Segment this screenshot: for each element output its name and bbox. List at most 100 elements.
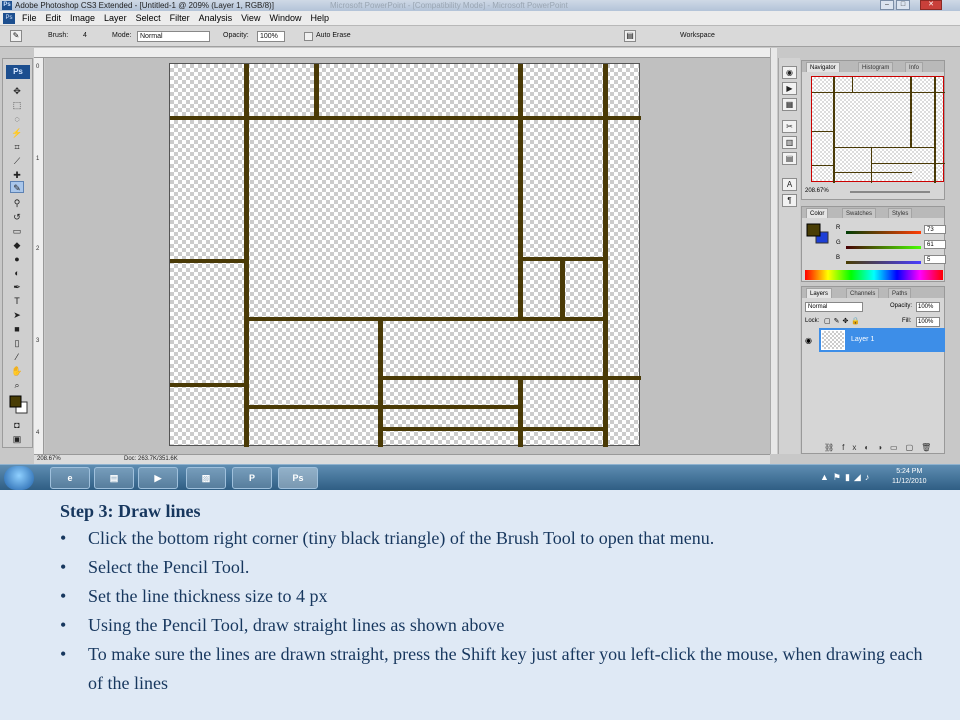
fill-input[interactable]: 100% [916, 317, 940, 327]
eyedropper-tool-icon[interactable]: ⁄ [10, 351, 24, 363]
healing-brush-tool-icon[interactable]: ✚ [10, 169, 24, 181]
dodge-tool-icon[interactable]: ◐ [10, 267, 24, 279]
dock-actions-icon[interactable]: ✂ [782, 120, 797, 133]
navigator-preview[interactable] [811, 76, 945, 183]
dock-layer-comps-icon[interactable]: ▦ [782, 98, 797, 111]
clone-stamp-tool-icon[interactable]: ⚲ [10, 197, 24, 209]
dock-history-icon[interactable]: ▥ [782, 136, 797, 149]
zoom-tool-icon[interactable]: ⌕ [10, 379, 24, 391]
tab-navigator[interactable]: Navigator [806, 62, 840, 72]
menu-layer[interactable]: Layer [104, 11, 127, 26]
green-slider[interactable]: G 61 [806, 240, 946, 252]
marquee-tool-icon[interactable]: ⬚ [10, 99, 24, 111]
menu-analysis[interactable]: Analysis [199, 11, 233, 26]
menu-view[interactable]: View [241, 11, 260, 26]
navigator-zoom-slider[interactable] [850, 191, 930, 193]
paint-bucket-tool-icon[interactable]: ◆ [10, 239, 24, 251]
layer-footer-icons[interactable]: ⛓fx◐◑▭▢🗑 [824, 443, 939, 452]
menu-select[interactable]: Select [136, 11, 161, 26]
blue-value[interactable]: 5 [924, 255, 946, 264]
instruction-text: Step 3: Draw lines • Click the bottom rig… [60, 498, 940, 698]
menu-window[interactable]: Window [269, 11, 301, 26]
tab-swatches[interactable]: Swatches [842, 208, 877, 218]
taskbar-ie-icon[interactable]: e [50, 467, 90, 489]
vertical-scrollbar[interactable] [770, 48, 777, 454]
taskbar-smartdraw-icon[interactable]: ▨ [186, 467, 226, 489]
taskbar-explorer-icon[interactable]: ▤ [94, 467, 134, 489]
minimize-button[interactable]: – [880, 0, 894, 10]
path-selection-tool-icon[interactable]: ➤ [10, 309, 24, 321]
green-value[interactable]: 61 [924, 240, 946, 249]
blend-mode-select[interactable]: Normal [805, 302, 863, 312]
eraser-tool-icon[interactable]: ▭ [10, 225, 24, 237]
tab-layers[interactable]: Layers [806, 288, 833, 298]
mode-select[interactable]: Normal [137, 31, 210, 42]
crop-tool-icon[interactable]: ⌗ [10, 141, 24, 153]
menu-file[interactable]: File [22, 11, 37, 26]
maximize-button[interactable]: □ [896, 0, 910, 10]
shape-tool-icon[interactable]: ■ [10, 323, 24, 335]
pencil-tool-icon[interactable]: ✎ [10, 181, 24, 193]
move-tool-icon[interactable]: ✥ [10, 85, 24, 97]
document-window[interactable] [45, 58, 770, 454]
notes-tool-icon[interactable]: ▯ [10, 337, 24, 349]
taskbar-photoshop-button[interactable]: Ps [278, 467, 318, 489]
magic-wand-tool-icon[interactable]: ⚡ [10, 127, 24, 139]
system-tray-icons[interactable]: ▲⚑▮◢♪ [820, 472, 873, 483]
dock-brushes-icon[interactable]: ◉ [782, 66, 797, 79]
pencil-tool-preset-icon[interactable]: ✎ [10, 30, 22, 42]
blur-tool-icon[interactable]: ● [10, 253, 24, 265]
tab-paths[interactable]: Paths [888, 288, 912, 298]
menu-image[interactable]: Image [70, 11, 95, 26]
brush-label: Brush: [48, 32, 69, 39]
tab-color[interactable]: Color [806, 208, 829, 218]
taskbar-powerpoint-icon[interactable]: P [232, 467, 272, 489]
menu-edit[interactable]: Edit [46, 11, 62, 26]
taskbar-media-player-icon[interactable]: ▶ [138, 467, 178, 489]
brush-size-picker[interactable]: 4 [83, 32, 87, 39]
tab-channels[interactable]: Channels [846, 288, 880, 298]
tab-info[interactable]: Info [905, 62, 924, 72]
close-button[interactable]: ✕ [920, 0, 942, 10]
menu-help[interactable]: Help [310, 11, 329, 26]
tab-histogram[interactable]: Histogram [858, 62, 894, 72]
tab-styles[interactable]: Styles [888, 208, 913, 218]
layer-name[interactable]: Layer 1 [851, 336, 874, 343]
navigator-zoom[interactable]: 208.67% [805, 188, 829, 194]
document-canvas[interactable] [169, 63, 641, 447]
dock-character-icon[interactable]: A [782, 178, 797, 191]
workspace-menu[interactable]: Workspace [680, 32, 715, 39]
system-clock[interactable]: 5:24 PM 11/12/2010 [892, 467, 927, 487]
ruler-mark: 0 [36, 64, 40, 70]
green-label: G [836, 240, 841, 246]
blue-slider[interactable]: B 5 [806, 255, 946, 267]
opacity-input[interactable]: 100% [257, 31, 285, 42]
layer-opacity-input[interactable]: 100% [916, 302, 940, 312]
menu-filter[interactable]: Filter [170, 11, 190, 26]
layer-row[interactable]: Layer 1 [819, 328, 945, 352]
dock-clone-source-icon[interactable]: ▤ [782, 152, 797, 165]
color-spectrum[interactable] [805, 270, 943, 280]
hand-tool-icon[interactable]: ✋ [10, 365, 24, 377]
pen-tool-icon[interactable]: ✒ [10, 281, 24, 293]
screen-mode-icon[interactable]: ▣ [10, 433, 24, 445]
clock-time: 5:24 PM [896, 468, 923, 475]
palette-well-icon[interactable]: ▤ [624, 30, 636, 42]
zoom-level[interactable]: 208.67% [37, 456, 61, 462]
red-slider[interactable]: R 73 [806, 225, 946, 237]
lasso-tool-icon[interactable]: ◌ [10, 113, 24, 125]
auto-erase-checkbox[interactable] [304, 32, 313, 41]
photoshop-menu-icon[interactable]: Ps [3, 13, 15, 24]
red-value[interactable]: 73 [924, 225, 946, 234]
type-tool-icon[interactable]: T [10, 295, 24, 307]
slice-tool-icon[interactable]: ⟋ [10, 155, 24, 167]
dock-paragraph-icon[interactable]: ¶ [782, 194, 797, 207]
color-swatches[interactable] [9, 395, 29, 415]
eye-icon[interactable]: ◉ [805, 336, 812, 345]
opacity-label: Opacity: [223, 32, 249, 39]
start-button[interactable] [4, 466, 34, 490]
lock-icons[interactable]: ▢✎✥🔒 [824, 317, 863, 325]
quick-mask-icon[interactable]: ◘ [10, 419, 24, 431]
dock-tool-presets-icon[interactable]: ▶ [782, 82, 797, 95]
history-brush-tool-icon[interactable]: ↺ [10, 211, 24, 223]
